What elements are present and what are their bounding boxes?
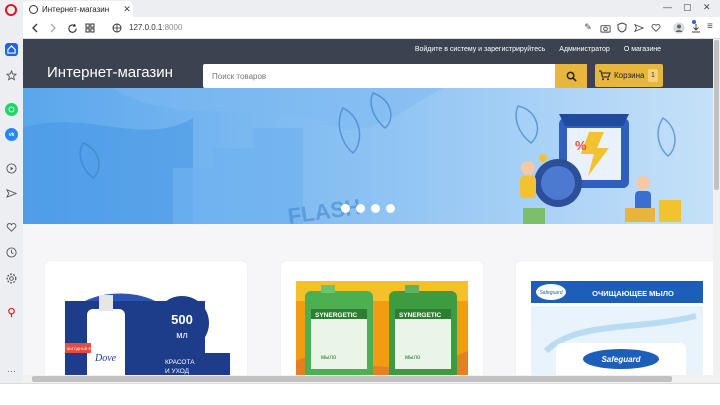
toolbar-actions: ✎ xyxy=(582,21,702,34)
cart-button[interactable]: Корзина 1 xyxy=(595,64,663,87)
login-link[interactable]: Войдите в систему и зарегистрируйтесь xyxy=(415,46,545,53)
dove-promo-line2: И УХОД xyxy=(165,368,190,375)
window-close-icon[interactable]: ✕ xyxy=(703,2,711,13)
carousel-dot[interactable] xyxy=(356,204,365,213)
browser-tab-strip: Интернет-магазин ✕ — ▢ ✕ xyxy=(0,0,720,17)
cart-count-badge: 1 xyxy=(648,69,658,82)
tab-title: Интернет-магазин xyxy=(42,4,110,14)
hero-banner[interactable]: % FLASH xyxy=(23,88,713,224)
more-icon[interactable]: ··· xyxy=(5,364,18,377)
vk-icon[interactable]: vk xyxy=(5,128,18,141)
carousel-dots xyxy=(341,204,395,213)
search-input[interactable] xyxy=(203,64,555,88)
carousel-dot[interactable] xyxy=(341,204,350,213)
dove-unit-text: мл xyxy=(176,330,187,340)
heart-icon[interactable] xyxy=(5,221,18,234)
product-image-dove: Dove ВЫГОДНЫЙ ФОРМАТ 500 мл КРАСОТА И УХ… xyxy=(65,293,230,375)
camera-icon[interactable] xyxy=(599,21,611,34)
dove-volume-text: 500 xyxy=(171,312,193,327)
notification-dot xyxy=(692,20,696,24)
scrollbar-thumb[interactable] xyxy=(714,40,719,190)
maximize-icon[interactable]: ▢ xyxy=(683,2,692,13)
web-page: Войдите в систему и зарегистрируйтесь Ад… xyxy=(23,39,713,375)
safeguard-banner-text: ОЧИЩАЮЩЕЕ МЫЛО xyxy=(592,289,674,298)
site-brand[interactable]: Интернет-магазин xyxy=(47,64,173,81)
history-icon[interactable] xyxy=(5,246,18,259)
tiles-icon[interactable] xyxy=(83,21,97,35)
send-icon[interactable] xyxy=(5,187,18,200)
send-icon[interactable] xyxy=(633,21,645,34)
tab-close-icon[interactable]: ✕ xyxy=(121,4,133,15)
site-info-icon[interactable] xyxy=(110,21,124,35)
top-links: Войдите в систему и зарегистрируйтесь Ад… xyxy=(415,46,661,53)
product-card[interactable]: Dove ВЫГОДНЫЙ ФОРМАТ 500 мл КРАСОТА И УХ… xyxy=(45,261,247,375)
product-card[interactable]: Safeguard ОЧИЩАЮЩЕЕ МЫЛО Safeguard xyxy=(516,261,713,375)
shield-icon[interactable] xyxy=(616,21,628,34)
globe-icon xyxy=(29,4,38,14)
avatar-icon[interactable] xyxy=(673,21,685,34)
cart-icon xyxy=(599,70,611,81)
forward-icon[interactable] xyxy=(46,21,60,35)
site-header: Войдите в систему и зарегистрируйтесь Ад… xyxy=(23,39,713,88)
product-image-synergetic: SYNERGETIC SYNERGETIC мыло мыло xyxy=(296,281,468,375)
dove-brand-text: Dove xyxy=(94,353,117,364)
safeguard-brand-text: Safeguard xyxy=(601,355,641,364)
svg-text:%: % xyxy=(575,138,587,153)
home-icon[interactable] xyxy=(5,43,18,56)
dove-tag-text: ВЫГОДНЫЙ ФОРМАТ xyxy=(67,347,104,351)
opera-logo-icon[interactable] xyxy=(5,4,17,16)
heart-icon[interactable] xyxy=(650,21,662,34)
settings-icon[interactable] xyxy=(5,272,18,285)
play-icon[interactable] xyxy=(5,162,18,175)
carousel-dot[interactable] xyxy=(371,204,380,213)
reload-icon[interactable] xyxy=(65,21,79,35)
vertical-scrollbar[interactable] xyxy=(713,39,720,375)
browser-toolbar: 127.0.0.1:8000 ✎ ≡ xyxy=(23,17,720,39)
cart-label: Корзина xyxy=(614,71,645,80)
horizontal-scrollbar[interactable] xyxy=(23,375,720,383)
product-grid: Dove ВЫГОДНЫЙ ФОРМАТ 500 мл КРАСОТА И УХ… xyxy=(23,224,713,375)
search-icon xyxy=(566,71,577,82)
scrollbar-thumb[interactable] xyxy=(32,376,672,382)
product-card[interactable]: SYNERGETIC SYNERGETIC мыло мыло xyxy=(281,261,483,375)
url-host: 127.0.0.1 xyxy=(129,23,163,32)
synergetic-brand-2: SYNERGETIC xyxy=(399,312,442,319)
whatsapp-icon[interactable] xyxy=(5,103,18,116)
synergetic-label-2: мыло xyxy=(405,355,421,361)
browser-sidebar: vk ··· xyxy=(0,0,23,405)
url-port: :8000 xyxy=(162,23,183,32)
edit-icon[interactable]: ✎ xyxy=(582,21,594,34)
minimize-icon[interactable]: — xyxy=(663,2,672,12)
carousel-dot[interactable] xyxy=(386,204,395,213)
safeguard-small-logo: Safeguard xyxy=(539,290,562,296)
browser-tab[interactable]: Интернет-магазин ✕ xyxy=(23,1,133,17)
pin-icon[interactable] xyxy=(5,306,18,319)
back-icon[interactable] xyxy=(28,21,42,35)
address-bar[interactable]: 127.0.0.1:8000 xyxy=(129,23,182,32)
search-box xyxy=(203,64,587,88)
synergetic-brand-1: SYNERGETIC xyxy=(315,312,358,319)
star-icon[interactable] xyxy=(5,69,18,82)
admin-link[interactable]: Администратор xyxy=(559,46,610,53)
search-button[interactable] xyxy=(555,64,587,88)
product-image-safeguard: Safeguard ОЧИЩАЮЩЕЕ МЫЛО Safeguard xyxy=(531,281,703,375)
bottom-bar xyxy=(0,383,720,405)
about-link[interactable]: О магазине xyxy=(624,46,661,53)
dove-promo-line1: КРАСОТА xyxy=(165,359,195,366)
menu-icon[interactable]: ≡ xyxy=(707,21,713,32)
synergetic-label-1: мыло xyxy=(321,355,337,361)
